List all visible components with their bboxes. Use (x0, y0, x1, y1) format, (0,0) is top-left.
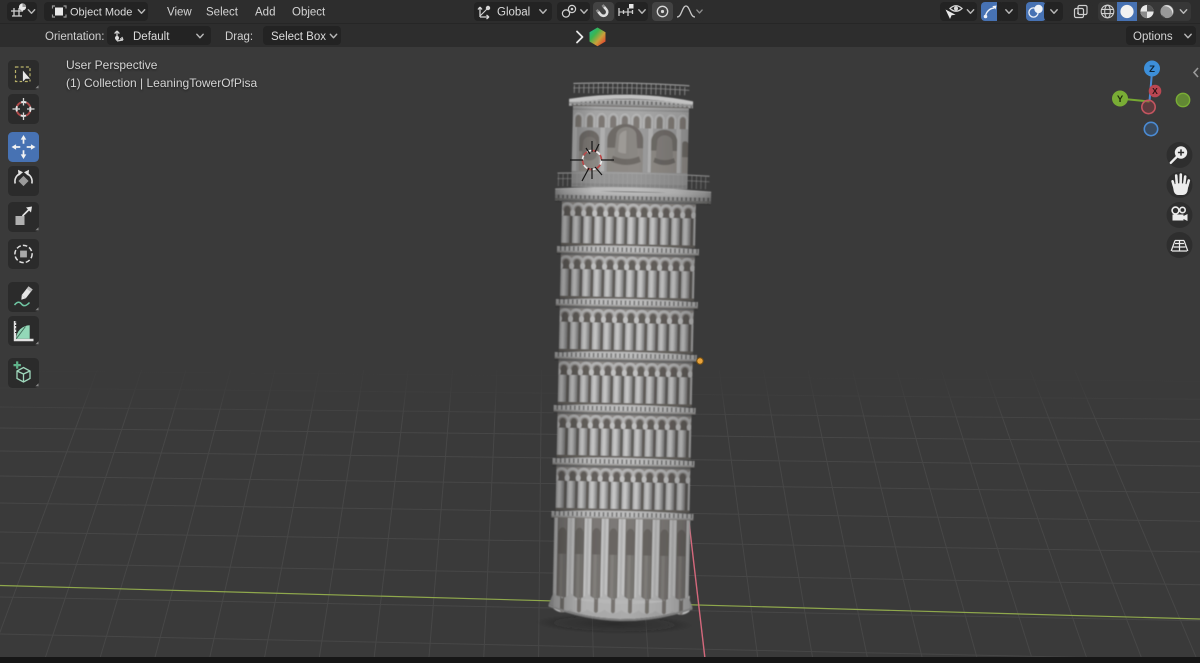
svg-text:Add: Add (255, 7, 275, 19)
svg-text:Select Box: Select Box (271, 31, 326, 43)
svg-text:Y: Y (1117, 94, 1124, 105)
svg-text:Default: Default (133, 31, 170, 43)
svg-text:Options: Options (1133, 31, 1173, 43)
svg-text:Global: Global (497, 7, 530, 19)
svg-text:Z: Z (1149, 64, 1155, 75)
svg-text:Object: Object (292, 7, 326, 19)
svg-text:View: View (167, 7, 192, 19)
svg-text:Object Mode: Object Mode (70, 7, 132, 19)
svg-text:Select: Select (206, 7, 239, 19)
svg-text:X: X (1152, 86, 1158, 96)
svg-text:Drag:: Drag: (225, 31, 253, 43)
